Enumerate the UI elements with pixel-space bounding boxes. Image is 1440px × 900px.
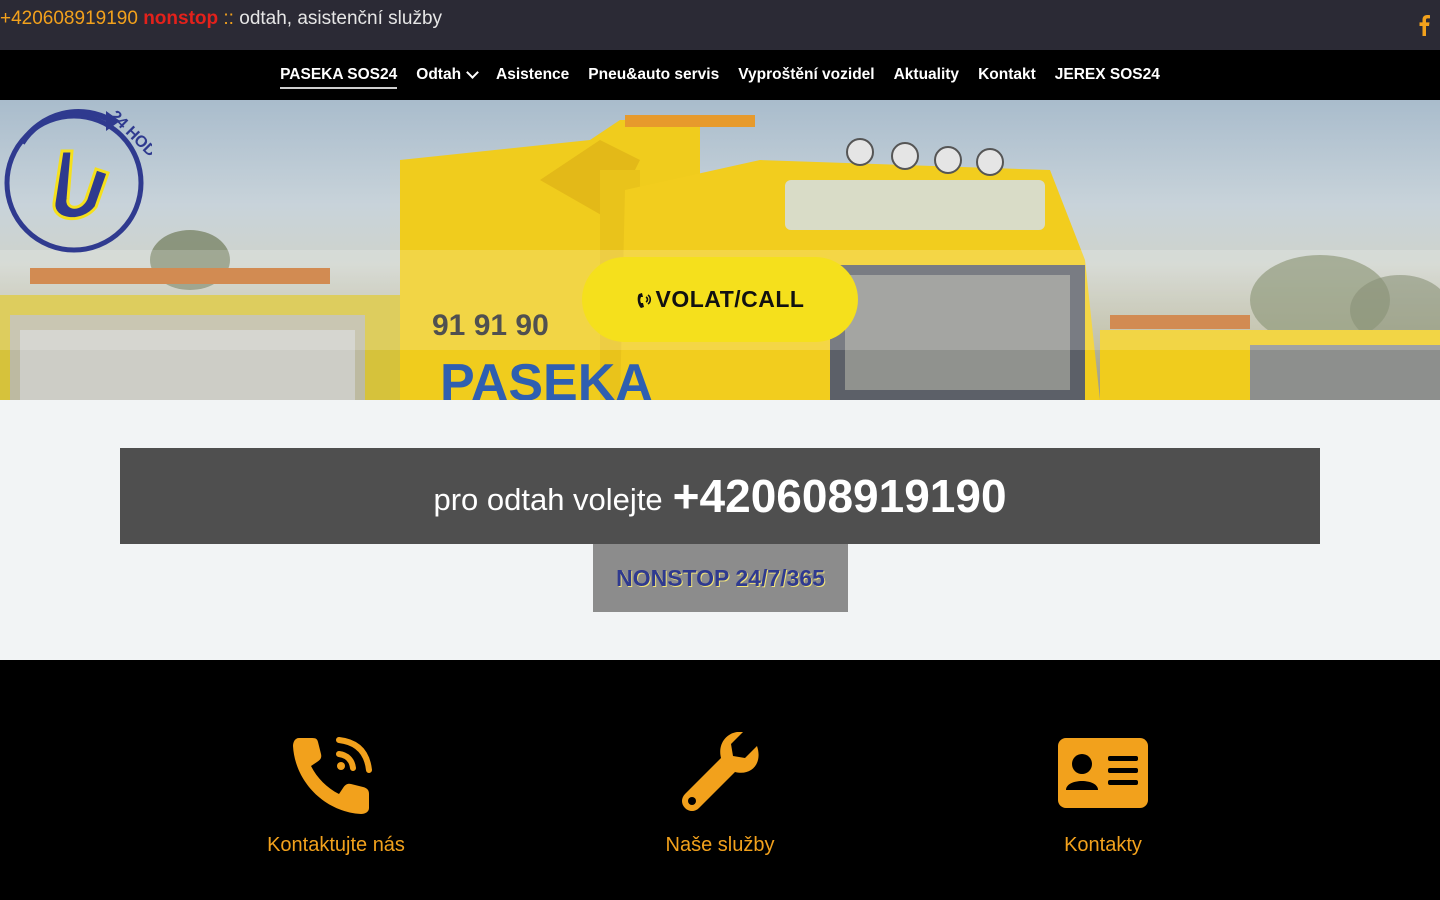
call-info-section: pro odtah volejte +420608919190 NONSTOP … <box>0 400 1440 660</box>
feature-contacts-label: Kontakty <box>1064 834 1142 856</box>
nav-item-asistence[interactable]: Asistence <box>487 50 579 100</box>
top-bar: +420608919190 nonstop :: odtah, asistenč… <box>0 0 1440 50</box>
features-section: Kontaktujte nás Naše služby Kontakty <box>0 660 1440 900</box>
call-button-label: VOLAT/CALL <box>655 286 805 312</box>
main-nav: PASEKA SOS24 Odtah Asistence Pneu&auto s… <box>0 50 1440 100</box>
feature-contact-us-label: Kontaktujte nás <box>267 834 405 856</box>
call-info-number[interactable]: +420608919190 <box>673 469 1007 523</box>
paseka-logo[interactable]: 24 HOD <box>2 103 152 255</box>
contact-card-icon <box>1058 738 1148 808</box>
nav-item-paseka-sos24[interactable]: PASEKA SOS24 <box>271 50 407 100</box>
logo-text: 24 HOD <box>106 108 152 161</box>
truck-brand-text: PASEKA <box>440 354 653 400</box>
nav-item-vyprosteni-vozidel[interactable]: Vyproštění vozidel <box>729 50 884 100</box>
hero-banner: 91 91 90 PASEKA 24 HOD VOLAT/CALL <box>0 100 1440 400</box>
top-tagline: +420608919190 nonstop :: odtah, asistenč… <box>0 8 442 30</box>
top-separator: :: <box>223 8 234 29</box>
phone-call-icon <box>293 737 372 814</box>
nav-item-odtah[interactable]: Odtah <box>407 50 487 100</box>
nav-item-jerex-sos24[interactable]: JEREX SOS24 <box>1045 50 1169 100</box>
facebook-icon[interactable] <box>1418 14 1430 36</box>
phone-ring-icon <box>637 292 651 308</box>
top-tagline-text: odtah, asistenční služby <box>239 8 443 29</box>
feature-our-services-label: Naše služby <box>665 834 775 856</box>
nav-item-kontakt[interactable]: Kontakt <box>969 50 1046 100</box>
call-info-bar: pro odtah volejte +420608919190 <box>120 448 1320 544</box>
top-nonstop-label: nonstop <box>143 8 219 29</box>
nonstop-badge: NONSTOP 24/7/365 <box>593 544 848 612</box>
nav-item-aktuality[interactable]: Aktuality <box>884 50 968 100</box>
top-phone-number[interactable]: +420608919190 <box>0 8 138 29</box>
call-button[interactable]: VOLAT/CALL <box>582 257 858 342</box>
call-info-lead: pro odtah volejte <box>433 482 663 517</box>
chevron-down-icon <box>466 66 479 79</box>
wrench-icon <box>682 732 759 811</box>
nav-item-pneu-auto-servis[interactable]: Pneu&auto servis <box>579 50 729 100</box>
